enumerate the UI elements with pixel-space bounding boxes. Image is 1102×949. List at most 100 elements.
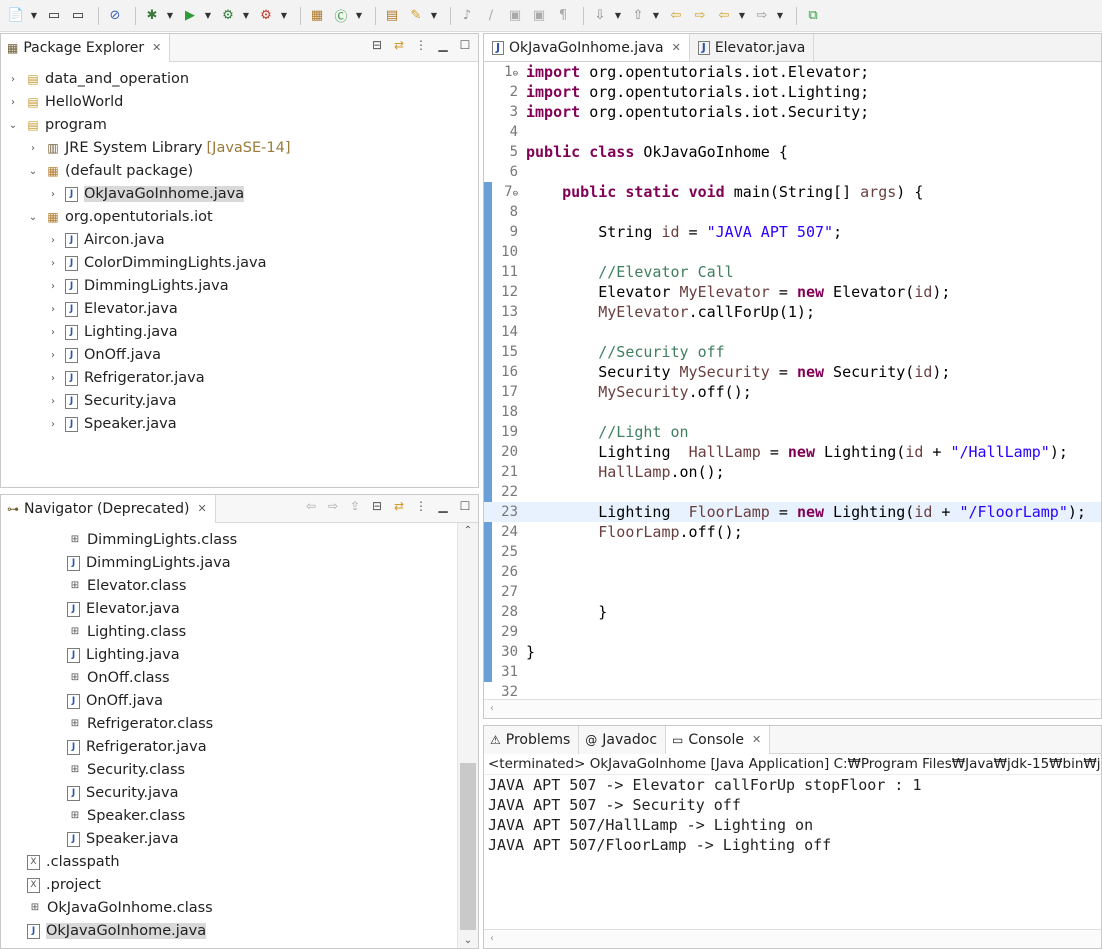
tree-item[interactable]: ⊞ Refrigerator.class — [67, 713, 213, 735]
tree-item[interactable]: ⊞ Lighting.class — [67, 621, 186, 643]
tab-problems[interactable]: ⚠ Problems — [484, 726, 580, 754]
link-with-editor-icon[interactable]: ⇄ — [392, 499, 406, 513]
tree-item[interactable]: J Elevator.java — [67, 598, 180, 620]
chevron-right-icon[interactable]: › — [47, 373, 59, 384]
maximize-icon[interactable]: ☐ — [458, 499, 472, 513]
chevron-right-icon[interactable]: › — [47, 258, 59, 269]
tree-item[interactable]: ⊞ OkJavaGoInhome.class — [27, 897, 213, 919]
chevron-down-icon[interactable]: ▼ — [242, 6, 250, 26]
chevron-down-icon[interactable]: ▼ — [614, 6, 622, 26]
tree-item[interactable]: J DimmingLights.java — [67, 552, 231, 574]
chevron-right-icon[interactable]: › — [47, 189, 59, 200]
chevron-down-icon[interactable]: ⌄ — [7, 120, 19, 131]
chevron-right-icon[interactable]: › — [47, 350, 59, 361]
previous-annotation-icon[interactable]: ⇧ — [628, 6, 648, 26]
maximize-icon[interactable]: ☐ — [458, 38, 472, 52]
block-selection-icon[interactable]: ▣ — [505, 6, 525, 26]
forward-icon[interactable]: ⇨ — [326, 499, 340, 513]
tree-item[interactable]: X .project — [27, 874, 101, 896]
tree-item[interactable]: ⌄ ▦ (default package) — [27, 160, 193, 182]
chevron-down-icon[interactable]: ▼ — [204, 6, 212, 26]
tree-item[interactable]: J Lighting.java — [67, 644, 180, 666]
close-icon[interactable]: ✕ — [197, 502, 206, 515]
chevron-right-icon[interactable]: › — [47, 281, 59, 292]
chevron-down-icon[interactable]: ▼ — [280, 6, 288, 26]
save-icon[interactable]: ▭ — [44, 6, 64, 26]
chevron-down-icon[interactable]: ▼ — [776, 6, 784, 26]
word-wrap-icon[interactable]: ▣ — [529, 6, 549, 26]
code-editor[interactable]: 1⊖ import org.opentutorials.iot.Elevator;… — [484, 62, 1101, 700]
tree-item[interactable]: › J Elevator.java — [47, 298, 178, 320]
chevron-down-icon[interactable]: ⌄ — [27, 212, 39, 223]
chevron-down-icon[interactable]: ▼ — [30, 6, 38, 26]
tree-item[interactable]: ⊞ Elevator.class — [67, 575, 187, 597]
tree-item[interactable]: J OkJavaGoInhome.java — [27, 920, 207, 942]
up-icon[interactable]: ⇪ — [348, 499, 362, 513]
link-with-editor-icon[interactable]: ⇄ — [392, 38, 406, 52]
tree-item[interactable]: ⌄ ▤ program — [7, 114, 107, 136]
tree-item[interactable]: › J Security.java — [47, 390, 176, 412]
close-icon[interactable]: ✕ — [752, 733, 761, 746]
tree-item[interactable]: › J OkJavaGoInhome.java — [47, 183, 245, 205]
chevron-right-icon[interactable]: › — [47, 304, 59, 315]
tab-navigator[interactable]: ⊶ Navigator (Deprecated) ✕ — [1, 495, 216, 523]
tree-item[interactable]: ⌄ ▦ org.opentutorials.iot — [27, 206, 213, 228]
tab-javadoc[interactable]: @ Javadoc — [579, 726, 667, 754]
collapse-all-icon[interactable]: ⊟ — [370, 499, 384, 513]
chevron-right-icon[interactable]: › — [27, 143, 39, 154]
tree-item[interactable]: › J Aircon.java — [47, 229, 165, 251]
new-class-icon[interactable]: Ⓒ — [331, 6, 351, 26]
tree-item[interactable]: J Speaker.java — [67, 828, 179, 850]
chevron-down-icon[interactable]: ▼ — [738, 6, 746, 26]
tree-item[interactable]: › J DimmingLights.java — [47, 275, 229, 297]
fold-icon[interactable]: ⊖ — [513, 69, 518, 79]
chevron-left-icon[interactable]: ‹ — [490, 703, 494, 714]
console-horizontal-scrollbar[interactable]: ‹ — [484, 929, 1101, 948]
tree-item[interactable]: J OnOff.java — [67, 690, 163, 712]
chevron-down-icon[interactable]: ▼ — [355, 6, 363, 26]
tree-item[interactable]: › ▤ HelloWorld — [7, 91, 123, 113]
tree-item[interactable]: ⊞ DimmingLights.class — [67, 529, 237, 551]
last-edit-forward-icon[interactable]: ⇨ — [690, 6, 710, 26]
search-icon[interactable]: ✎ — [406, 6, 426, 26]
save-all-icon[interactable]: ▭ — [68, 6, 88, 26]
new-java-project-icon[interactable]: ▦ — [307, 6, 327, 26]
chevron-right-icon[interactable]: › — [47, 396, 59, 407]
chevron-right-icon[interactable]: › — [47, 327, 59, 338]
tree-item[interactable]: ⊞ OnOff.class — [67, 667, 170, 689]
back-icon[interactable]: ⇦ — [714, 6, 734, 26]
chevron-down-icon[interactable]: ▼ — [652, 6, 660, 26]
next-annotation-icon[interactable]: ⇩ — [590, 6, 610, 26]
show-whitespace-icon[interactable]: ¶ — [553, 6, 573, 26]
chevron-right-icon[interactable]: › — [47, 235, 59, 246]
run-icon[interactable]: ▶ — [180, 6, 200, 26]
console-output[interactable]: <terminated> OkJavaGoInhome [Java Applic… — [484, 754, 1101, 930]
view-menu-icon[interactable]: ⋮ — [414, 38, 428, 52]
tree-item[interactable]: › ▥ JRE System Library [JavaSE-14] — [27, 137, 291, 159]
tree-item[interactable]: › J OnOff.java — [47, 344, 161, 366]
collapse-all-icon[interactable]: ⊟ — [370, 38, 384, 52]
minimize-icon[interactable]: ▁ — [436, 38, 450, 52]
back-icon[interactable]: ⇦ — [304, 499, 318, 513]
tab-console[interactable]: ▭ Console ✕ — [666, 726, 771, 754]
chevron-right-icon[interactable]: › — [7, 97, 19, 108]
scrollbar-thumb[interactable] — [460, 763, 476, 930]
pin-icon[interactable]: ♪ — [457, 6, 477, 26]
forward-icon[interactable]: ⇨ — [752, 6, 772, 26]
chevron-down-icon[interactable]: ⌄ — [27, 166, 39, 177]
debug-icon[interactable]: ✱ — [142, 6, 162, 26]
chevron-down-icon[interactable]: ▼ — [166, 6, 174, 26]
tree-item[interactable]: › J Speaker.java — [47, 413, 177, 435]
tree-item[interactable]: › J Lighting.java — [47, 321, 178, 343]
editor-horizontal-scrollbar[interactable]: ‹ — [484, 699, 1101, 718]
last-edit-icon[interactable]: ⇦ — [666, 6, 686, 26]
open-type-icon[interactable]: ▤ — [382, 6, 402, 26]
tree-item[interactable]: J Security.java — [67, 782, 178, 804]
close-icon[interactable]: ✕ — [672, 41, 681, 54]
editor-tab[interactable]: J OkJavaGoInhome.java ✕ — [484, 34, 690, 61]
open-perspective-icon[interactable]: ⧉ — [803, 6, 823, 26]
chevron-right-icon[interactable]: › — [47, 419, 59, 430]
navigator-scrollbar[interactable]: ⌃ ⌄ — [457, 523, 478, 948]
minimize-icon[interactable]: ▁ — [436, 499, 450, 513]
chevron-down-icon[interactable]: ▼ — [430, 6, 438, 26]
